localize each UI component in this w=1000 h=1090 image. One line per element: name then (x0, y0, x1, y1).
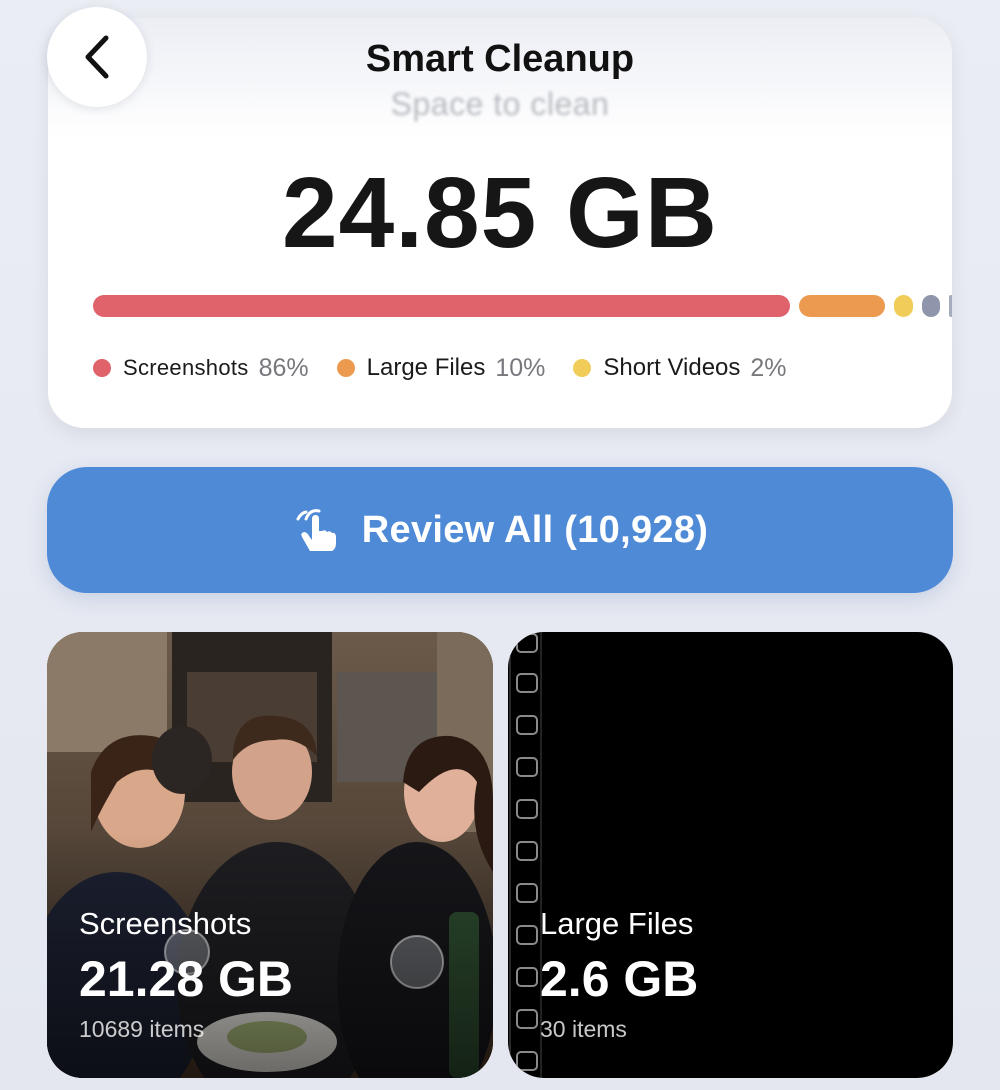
tile-title: Screenshots (79, 906, 252, 941)
breakdown-bar (93, 295, 952, 317)
tile-title: Large Files (540, 906, 694, 941)
legend-dot (573, 359, 592, 377)
legend-label: Short Videos (603, 354, 741, 381)
film-strip-icon (509, 632, 542, 1078)
bar-segment-screenshots (93, 295, 790, 317)
legend-dot (93, 359, 111, 377)
breakdown-legend: Screenshots 86% Large Files 10% Short Vi… (93, 351, 815, 385)
legend-percent: 2% (750, 353, 787, 382)
smart-cleanup-screen: Space to clean 24.85 GB Screenshots 86% … (0, 0, 1000, 1090)
review-all-label: Review All (10,928) (361, 508, 709, 551)
legend-label: Large Files (366, 354, 486, 381)
large-files-tile[interactable]: Large Files 2.6 GB 30 items (508, 632, 953, 1078)
bar-segment-short-videos (894, 295, 913, 317)
legend-percent: 10% (495, 353, 546, 382)
bar-segment-large-files (799, 295, 885, 317)
tile-size: 21.28 GB (79, 951, 294, 1007)
legend-item-large-files: Large Files 10% (336, 353, 546, 383)
tap-hand-icon (296, 509, 336, 551)
screenshots-thumbnail (47, 632, 493, 1078)
tile-size: 2.6 GB (540, 951, 699, 1007)
legend-dot (336, 359, 355, 377)
tile-item-count: 10689 items (79, 1016, 205, 1042)
legend-item-short-videos: Short Videos 2% (573, 353, 787, 383)
legend-label: Screenshots (123, 355, 249, 380)
total-space: 24.85 GB (281, 157, 719, 269)
screenshots-tile[interactable]: Screenshots 21.28 GB 10689 items (47, 632, 493, 1078)
summary-subtitle: Space to clean (390, 86, 610, 122)
bar-segment-other-2 (949, 295, 952, 317)
bar-segment-other (922, 295, 940, 317)
page-title: Smart Cleanup (365, 38, 635, 80)
tile-item-count: 30 items (540, 1016, 627, 1042)
legend-item-screenshots: Screenshots 86% (93, 354, 309, 383)
legend-percent: 86% (258, 353, 309, 382)
review-all-button[interactable]: Review All (10,928) (47, 467, 953, 593)
